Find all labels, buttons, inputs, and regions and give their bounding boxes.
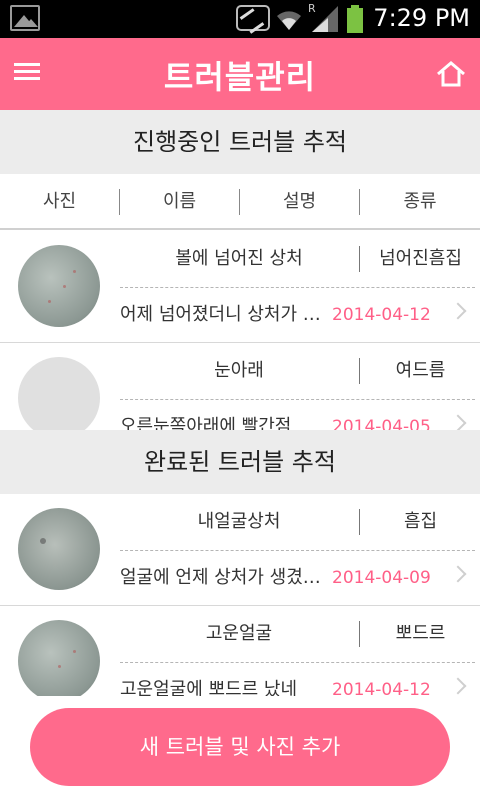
home-icon[interactable] bbox=[436, 60, 466, 88]
list-item[interactable]: 볼에 넘어진 상처 넘어진흠집 어제 넘어졌더니 상처가 생겼네요 2014-0… bbox=[0, 231, 480, 343]
column-header-row: 사진 이름 설명 종류 bbox=[0, 174, 480, 230]
status-bar: R 7:29 PM bbox=[0, 0, 480, 38]
status-clock: 7:29 PM bbox=[373, 4, 470, 32]
battery-icon bbox=[347, 5, 363, 33]
column-header-name: 이름 bbox=[162, 191, 197, 212]
trouble-photo bbox=[18, 620, 100, 696]
trouble-description: 오른눈쪽아래에 빨간점 bbox=[120, 416, 292, 430]
trouble-photo bbox=[18, 508, 100, 590]
wifi-icon bbox=[277, 11, 301, 30]
gallery-icon bbox=[10, 5, 40, 31]
trouble-description: 고운얼굴에 뽀드르 났네 bbox=[120, 679, 298, 696]
signal-icon: R bbox=[308, 2, 338, 32]
chevron-right-icon bbox=[449, 677, 467, 695]
section-header-completed: 완료된 트러블 추적 bbox=[0, 430, 480, 494]
page-title: 트러블관리 bbox=[163, 58, 317, 96]
column-header-photo: 사진 bbox=[42, 191, 77, 212]
trouble-type: 넘어진흠집 bbox=[379, 248, 462, 269]
trouble-photo bbox=[18, 245, 100, 327]
trouble-type: 흠집 bbox=[403, 511, 438, 532]
trouble-description: 얼굴에 언제 상처가 생겼는지 bbox=[120, 567, 328, 588]
trouble-name: 눈아래 bbox=[214, 360, 264, 381]
chevron-right-icon bbox=[449, 565, 467, 583]
trouble-type: 여드름 bbox=[395, 360, 446, 381]
trouble-photo-placeholder bbox=[18, 357, 100, 430]
trouble-name: 볼에 넘어진 상처 bbox=[175, 248, 303, 269]
column-header-type: 종류 bbox=[403, 191, 437, 212]
chevron-right-icon bbox=[449, 302, 467, 320]
trouble-date: 2014-04-12 bbox=[332, 305, 431, 325]
trouble-name: 내얼굴상처 bbox=[197, 511, 281, 532]
trouble-date: 2014-04-09 bbox=[332, 568, 431, 588]
trouble-type: 뽀드르 bbox=[395, 623, 446, 644]
app-header: 트러블관리 bbox=[0, 38, 480, 110]
list-item[interactable]: 고운얼굴 뽀드르 고운얼굴에 뽀드르 났네 2014-04-12 bbox=[0, 606, 480, 696]
column-header-description: 설명 bbox=[282, 191, 317, 212]
trouble-date: 2014-04-05 bbox=[332, 417, 431, 430]
list-item[interactable]: 눈아래 여드름 오른눈쪽아래에 빨간점 2014-04-05 bbox=[0, 343, 480, 430]
chevron-right-icon bbox=[449, 414, 467, 430]
trouble-date: 2014-04-12 bbox=[332, 680, 431, 696]
game-icon bbox=[236, 5, 270, 31]
trouble-description: 어제 넘어졌더니 상처가 생겼네요 bbox=[120, 304, 328, 325]
list-item[interactable]: 내얼굴상처 흠집 얼굴에 언제 상처가 생겼는지 2014-04-09 bbox=[0, 494, 480, 606]
section-header-in-progress: 진행중인 트러블 추적 bbox=[0, 110, 480, 174]
add-trouble-button[interactable]: 새 트러블 및 사진 추가 bbox=[30, 708, 450, 786]
trouble-name: 고운얼굴 bbox=[205, 623, 273, 644]
